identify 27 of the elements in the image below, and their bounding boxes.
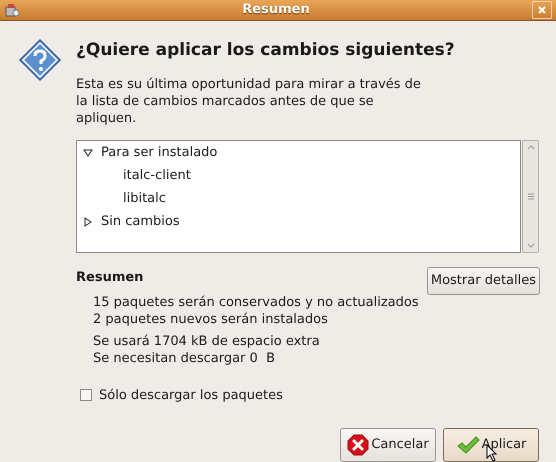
- summary-title: Resumen: [76, 269, 144, 287]
- grip-icon[interactable]: [528, 192, 534, 200]
- dialog-heading: ¿Quiere aplicar los cambios siguientes?: [76, 39, 455, 62]
- close-button[interactable]: [532, 1, 552, 20]
- tree-item[interactable]: libitalc: [123, 189, 166, 209]
- tree-item[interactable]: Para ser instalado: [101, 143, 218, 163]
- checkmark-icon: [456, 435, 480, 455]
- show-details-button[interactable]: Mostrar detalles: [426, 267, 540, 295]
- package-icon: [4, 2, 20, 18]
- scrollbar[interactable]: [522, 140, 539, 253]
- tree-item[interactable]: Sin cambios: [101, 212, 180, 232]
- expanded-triangle-icon[interactable]: [83, 148, 93, 158]
- cancel-icon: [347, 434, 370, 456]
- summary-line: 2 paquetes nuevos serán instalados: [93, 310, 329, 328]
- window-title: Resumen: [241, 1, 311, 20]
- close-icon: [537, 5, 547, 16]
- tree-item[interactable]: italc-client: [123, 166, 191, 186]
- checkbox[interactable]: [80, 389, 92, 402]
- checkbox-label[interactable]: Sólo descargar los paquetes: [99, 386, 283, 405]
- summary-line: 15 paquetes serán conservados y no actualizados: [93, 294, 420, 310]
- cancel-button[interactable]: Cancelar: [340, 428, 436, 462]
- summary-line: Se usará 1704 kB de espacio extra: [93, 332, 321, 350]
- apply-button[interactable]: Aplicar: [443, 428, 539, 462]
- dialog-description: Esta es su última oportunidad para mirar a través de la lista de cambios marcados antes de que se apliquen.: [76, 76, 422, 127]
- summary-line: Se necesitan descargar 0 B: [93, 350, 276, 366]
- question-icon: [18, 38, 62, 82]
- collapsed-triangle-icon[interactable]: [83, 217, 93, 228]
